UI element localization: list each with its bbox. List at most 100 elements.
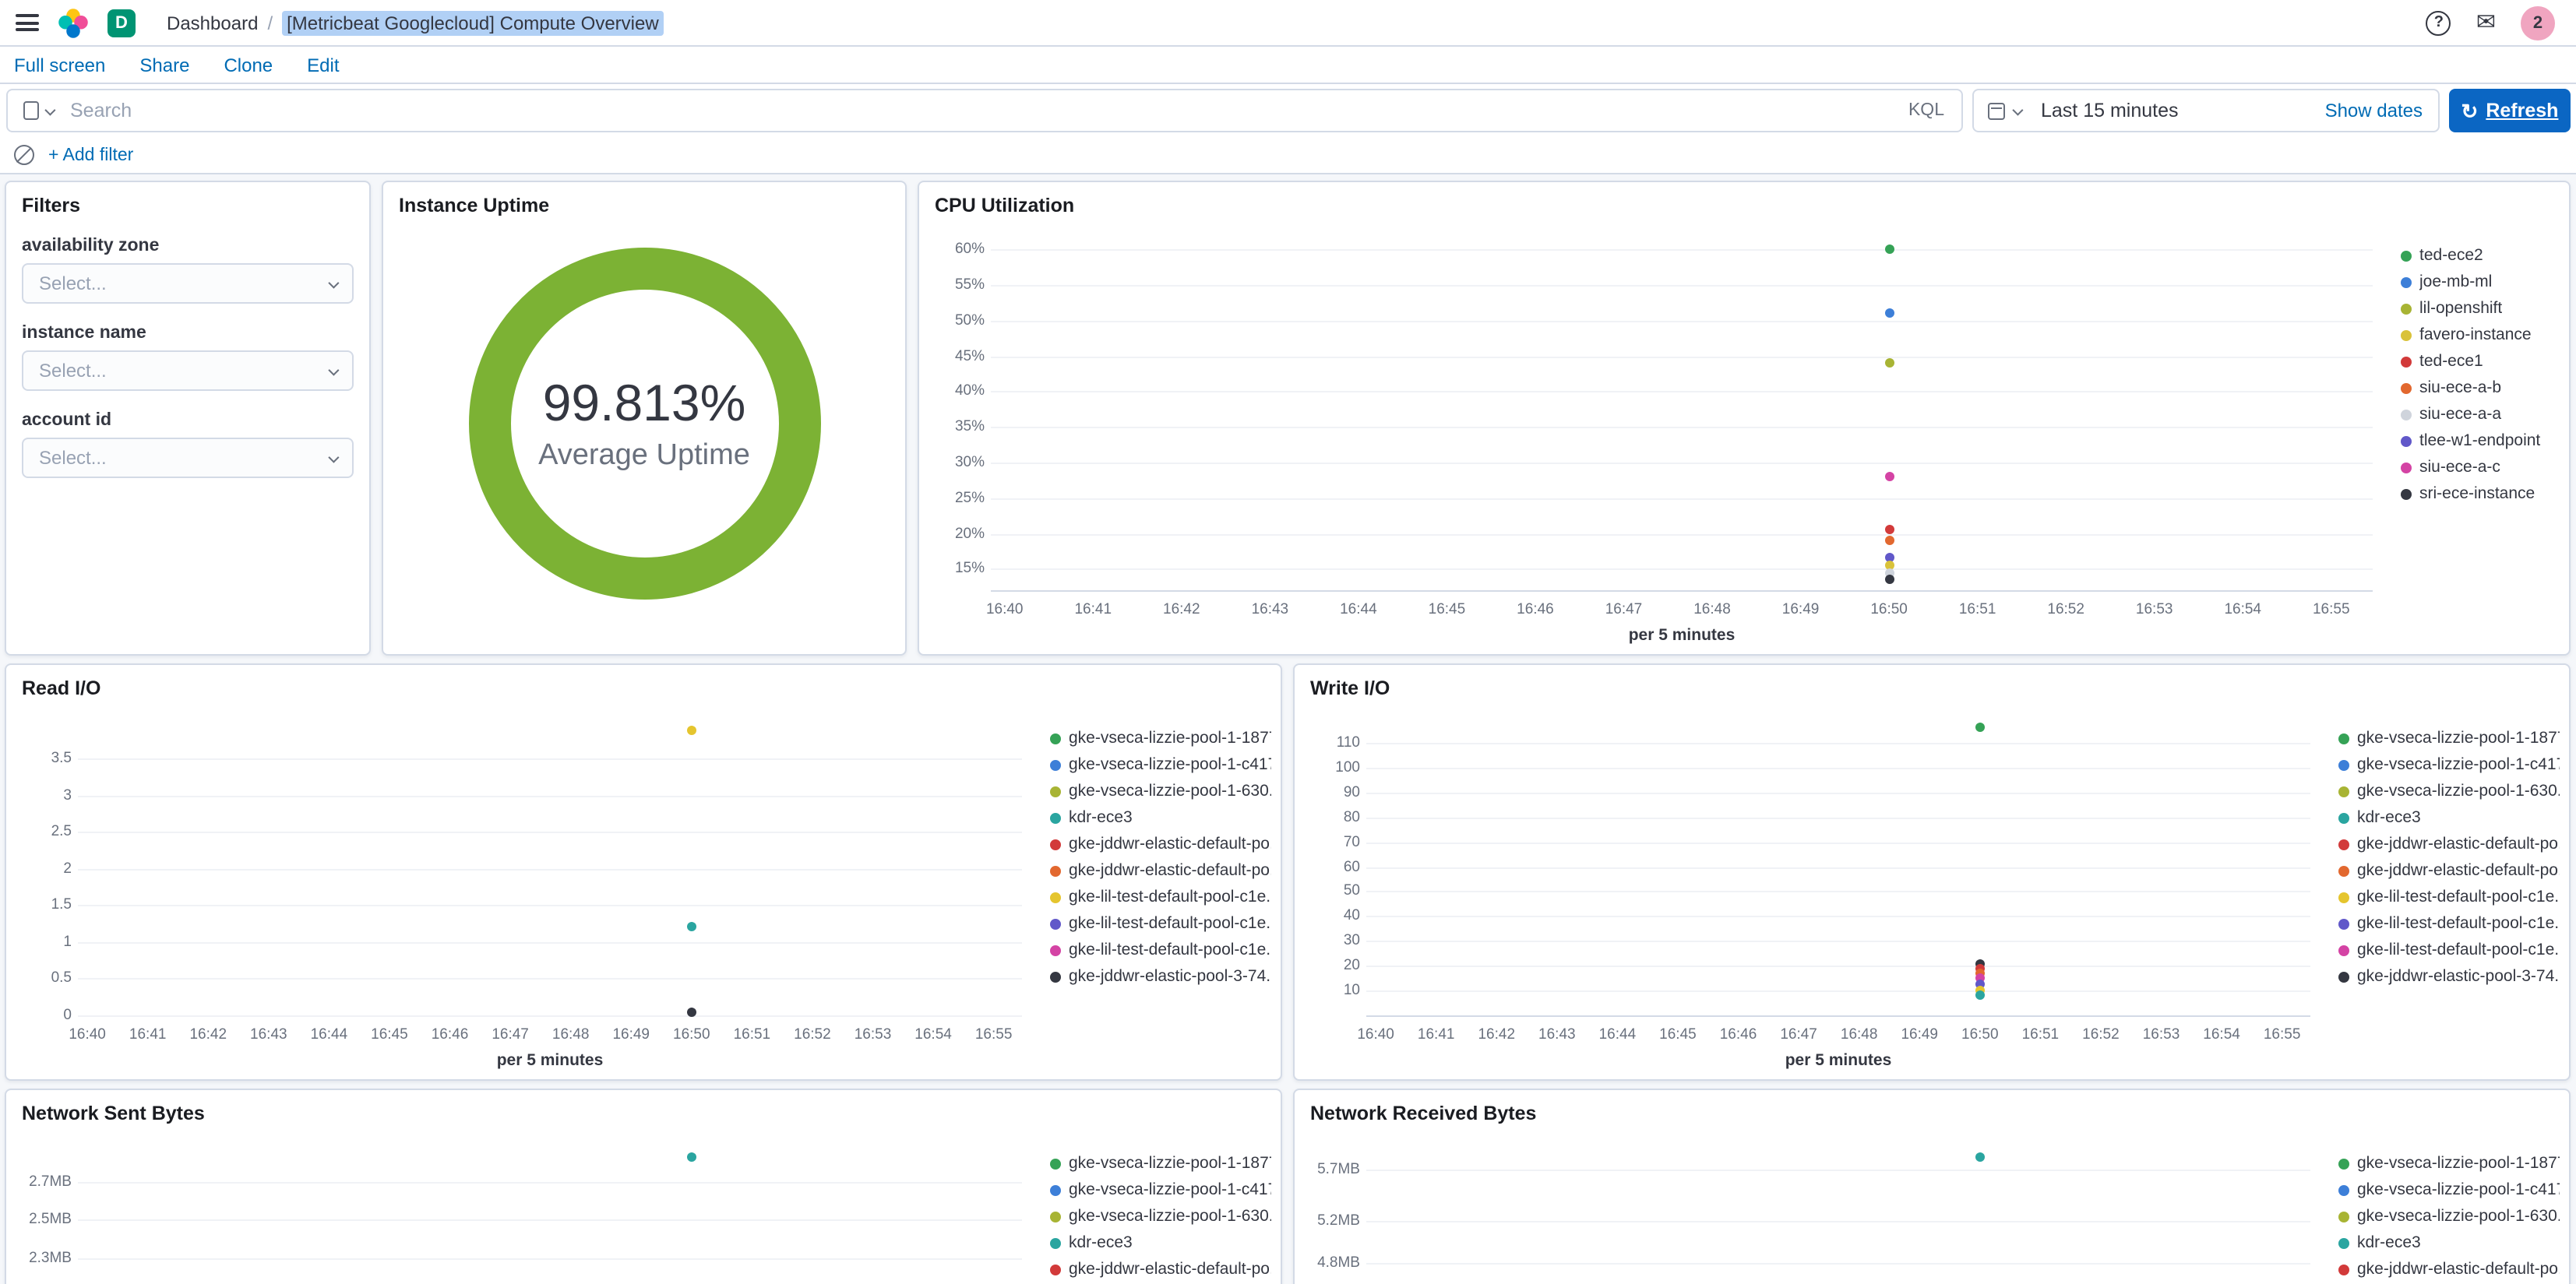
y-axis-tick-label: 50 <box>1343 882 1360 900</box>
legend-item[interactable]: kdr-ece3 <box>1050 1233 1271 1253</box>
legend-item[interactable]: ted-ece2 <box>2401 246 2560 266</box>
time-range-picker[interactable]: Last 15 minutes Show dates <box>1972 89 2440 132</box>
kql-toggle[interactable]: KQL <box>1891 101 1961 120</box>
legend-label: gke-lil-test-default-pool-c1e... <box>2357 941 2560 960</box>
refresh-icon: ↻ <box>2461 99 2479 122</box>
legend-item[interactable]: kdr-ece3 <box>2338 808 2560 828</box>
legend-item[interactable]: gke-lil-test-default-pool-c1e... <box>1050 915 1271 934</box>
elastic-logo[interactable] <box>58 7 89 38</box>
availability-zone-select[interactable]: Select... <box>22 263 354 304</box>
legend-item[interactable]: tlee-w1-endpoint <box>2401 432 2560 451</box>
gridline <box>78 978 1022 980</box>
legend-item[interactable]: gke-vseca-lizzie-pool-1-1877... <box>1050 730 1271 748</box>
legend-item[interactable]: gke-jddwr-elastic-default-po... <box>2338 862 2560 881</box>
filter-field-instance-name: instance name Select... <box>6 324 369 391</box>
legend-item[interactable]: gke-vseca-lizzie-pool-1-630... <box>1050 1207 1271 1226</box>
legend-item[interactable]: joe-mb-ml <box>2401 273 2560 292</box>
legend-label: kdr-ece3 <box>2357 808 2421 828</box>
chevron-down-icon <box>2012 104 2024 115</box>
plot[interactable]: 10 20 30 40 50 60 70 80 90 100 110 <box>1335 718 2310 1017</box>
legend-item[interactable]: gke-vseca-lizzie-pool-1-630... <box>1050 783 1271 801</box>
legend-item[interactable]: ted-ece1 <box>2401 353 2560 371</box>
legend-label: gke-vseca-lizzie-pool-1-630... <box>1069 1207 1271 1226</box>
chevron-down-icon <box>328 451 340 463</box>
legend-label: kdr-ece3 <box>1069 808 1133 828</box>
legend-item[interactable]: gke-vseca-lizzie-pool-1-630... <box>2338 1208 2560 1226</box>
calendar-menu-button[interactable] <box>1974 90 2035 131</box>
saved-query-menu-button[interactable] <box>8 90 67 131</box>
legend-item[interactable]: gke-jddwr-elastic-default-po... <box>2338 1261 2560 1279</box>
full-screen-button[interactable]: Full screen <box>14 54 105 76</box>
y-axis-tick-label: 3.5 <box>51 749 72 767</box>
panel-title: Instance Uptime <box>399 195 550 216</box>
legend-item[interactable]: gke-jddwr-elastic-pool-3-74... <box>2338 968 2560 987</box>
legend-item[interactable]: gke-jddwr-elastic-default-po... <box>2338 835 2560 854</box>
select-placeholder: Select... <box>39 447 107 469</box>
legend-item[interactable]: favero-instance <box>2401 326 2560 345</box>
legend-item[interactable]: gke-lil-test-default-pool-c1e... <box>2338 888 2560 907</box>
y-axis-tick-label: 40 <box>1343 907 1360 925</box>
instance-name-select[interactable]: Select... <box>22 350 354 391</box>
plot[interactable]: 3.3MB3.8MB4.3MB4.8MB5.2MB5.7MB <box>1317 1143 2310 1284</box>
plot[interactable]: 15% 20% 25% 30% 35% 40% 45% 50% 55% 60% <box>955 235 2373 592</box>
gridline <box>1366 966 2310 968</box>
legend-item[interactable]: gke-lil-test-default-pool-c1e... <box>1050 888 1271 907</box>
legend-item[interactable]: gke-jddwr-elastic-default-po... <box>1050 862 1271 881</box>
legend-item[interactable]: gke-vseca-lizzie-pool-1-c417... <box>2338 755 2560 775</box>
clone-button[interactable]: Clone <box>224 54 273 76</box>
legend-item[interactable]: gke-jddwr-elastic-pool-3-74... <box>1050 968 1271 987</box>
share-button[interactable]: Share <box>139 54 189 76</box>
show-dates-button[interactable]: Show dates <box>2325 100 2438 121</box>
legend-item[interactable]: gke-jddwr-elastic-default-po... <box>1050 1261 1271 1279</box>
legend-label: gke-vseca-lizzie-pool-1-c417... <box>2357 755 2560 775</box>
legend-label: ted-ece2 <box>2419 246 2483 266</box>
legend-item[interactable]: gke-vseca-lizzie-pool-1-1877... <box>2338 1155 2560 1173</box>
time-range-value[interactable]: Last 15 minutes <box>2035 100 2325 121</box>
avatar[interactable]: 2 <box>2521 5 2555 40</box>
gridline <box>991 533 2373 536</box>
x-axis-tick-label: 16:53 <box>854 1026 892 1043</box>
legend-item[interactable]: gke-lil-test-default-pool-c1e... <box>1050 941 1271 960</box>
account-id-select[interactable]: Select... <box>22 438 354 478</box>
legend-swatch-icon <box>2401 409 2412 420</box>
legend-swatch-icon <box>1050 733 1061 744</box>
plot[interactable]: 0 0.5 1 1.5 2 2.5 3 3.5 <box>51 718 1022 1024</box>
breadcrumb-root[interactable]: Dashboard <box>167 12 258 33</box>
add-filter-button[interactable]: + Add filter <box>48 146 133 164</box>
y-axis-tick-label: 90 <box>1343 783 1360 801</box>
menu-icon[interactable] <box>16 14 39 31</box>
gridline <box>78 905 1022 907</box>
legend-item[interactable]: sri-ece-instance <box>2401 485 2560 504</box>
search-input[interactable]: Search KQL <box>6 89 1963 132</box>
legend-item[interactable]: lil-openshift <box>2401 300 2560 318</box>
space-badge[interactable]: D <box>107 9 136 37</box>
legend-label: kdr-ece3 <box>1069 1233 1133 1253</box>
legend-swatch-icon <box>1050 786 1061 797</box>
header-actions: ? ✉ 2 <box>2426 5 2561 40</box>
x-axis-ticks: 16:40 16:41 16:42 16:43 16:44 16:45 16:46 16:47… <box>69 1026 1022 1045</box>
legend-item[interactable]: gke-jddwr-elastic-default-po... <box>1050 835 1271 854</box>
legend-item[interactable]: gke-lil-test-default-pool-c1e... <box>2338 941 2560 960</box>
legend-item[interactable]: siu-ece-a-a <box>2401 406 2560 424</box>
legend-item[interactable]: gke-vseca-lizzie-pool-1-1877... <box>1050 1155 1271 1173</box>
legend-item[interactable]: siu-ece-a-c <box>2401 459 2560 477</box>
legend-item[interactable]: siu-ece-a-b <box>2401 379 2560 398</box>
chart-legend: gke-vseca-lizzie-pool-1-1877... gke-vseca… <box>1034 705 1271 1070</box>
page-title[interactable]: [Metricbeat Googlecloud] Compute Overvie… <box>282 10 664 35</box>
edit-button[interactable]: Edit <box>307 54 339 76</box>
filter-bar: + Add filter <box>0 137 2576 174</box>
legend-item[interactable]: gke-lil-test-default-pool-c1e... <box>2338 915 2560 934</box>
legend-item[interactable]: kdr-ece3 <box>1050 808 1271 828</box>
chart-legend: gke-vseca-lizzie-pool-1-1877... gke-vseca… <box>2323 1131 2560 1284</box>
legend-item[interactable]: gke-vseca-lizzie-pool-1-630... <box>2338 783 2560 801</box>
legend-item[interactable]: gke-vseca-lizzie-pool-1-1877... <box>2338 730 2560 748</box>
legend-item[interactable]: gke-vseca-lizzie-pool-1-c417... <box>1050 1181 1271 1200</box>
help-icon[interactable]: ? <box>2426 10 2451 35</box>
refresh-button[interactable]: ↻ Refresh <box>2449 89 2571 132</box>
legend-item[interactable]: kdr-ece3 <box>2338 1234 2560 1253</box>
mail-icon[interactable]: ✉ <box>2476 11 2496 34</box>
filter-options-icon[interactable] <box>14 145 34 165</box>
legend-item[interactable]: gke-vseca-lizzie-pool-1-c417... <box>1050 756 1271 775</box>
legend-item[interactable]: gke-vseca-lizzie-pool-1-c417... <box>2338 1181 2560 1200</box>
plot[interactable]: 1.5MB1.7MB1.9MB2.1MB2.3MB2.5MB2.7MB <box>29 1143 1022 1284</box>
